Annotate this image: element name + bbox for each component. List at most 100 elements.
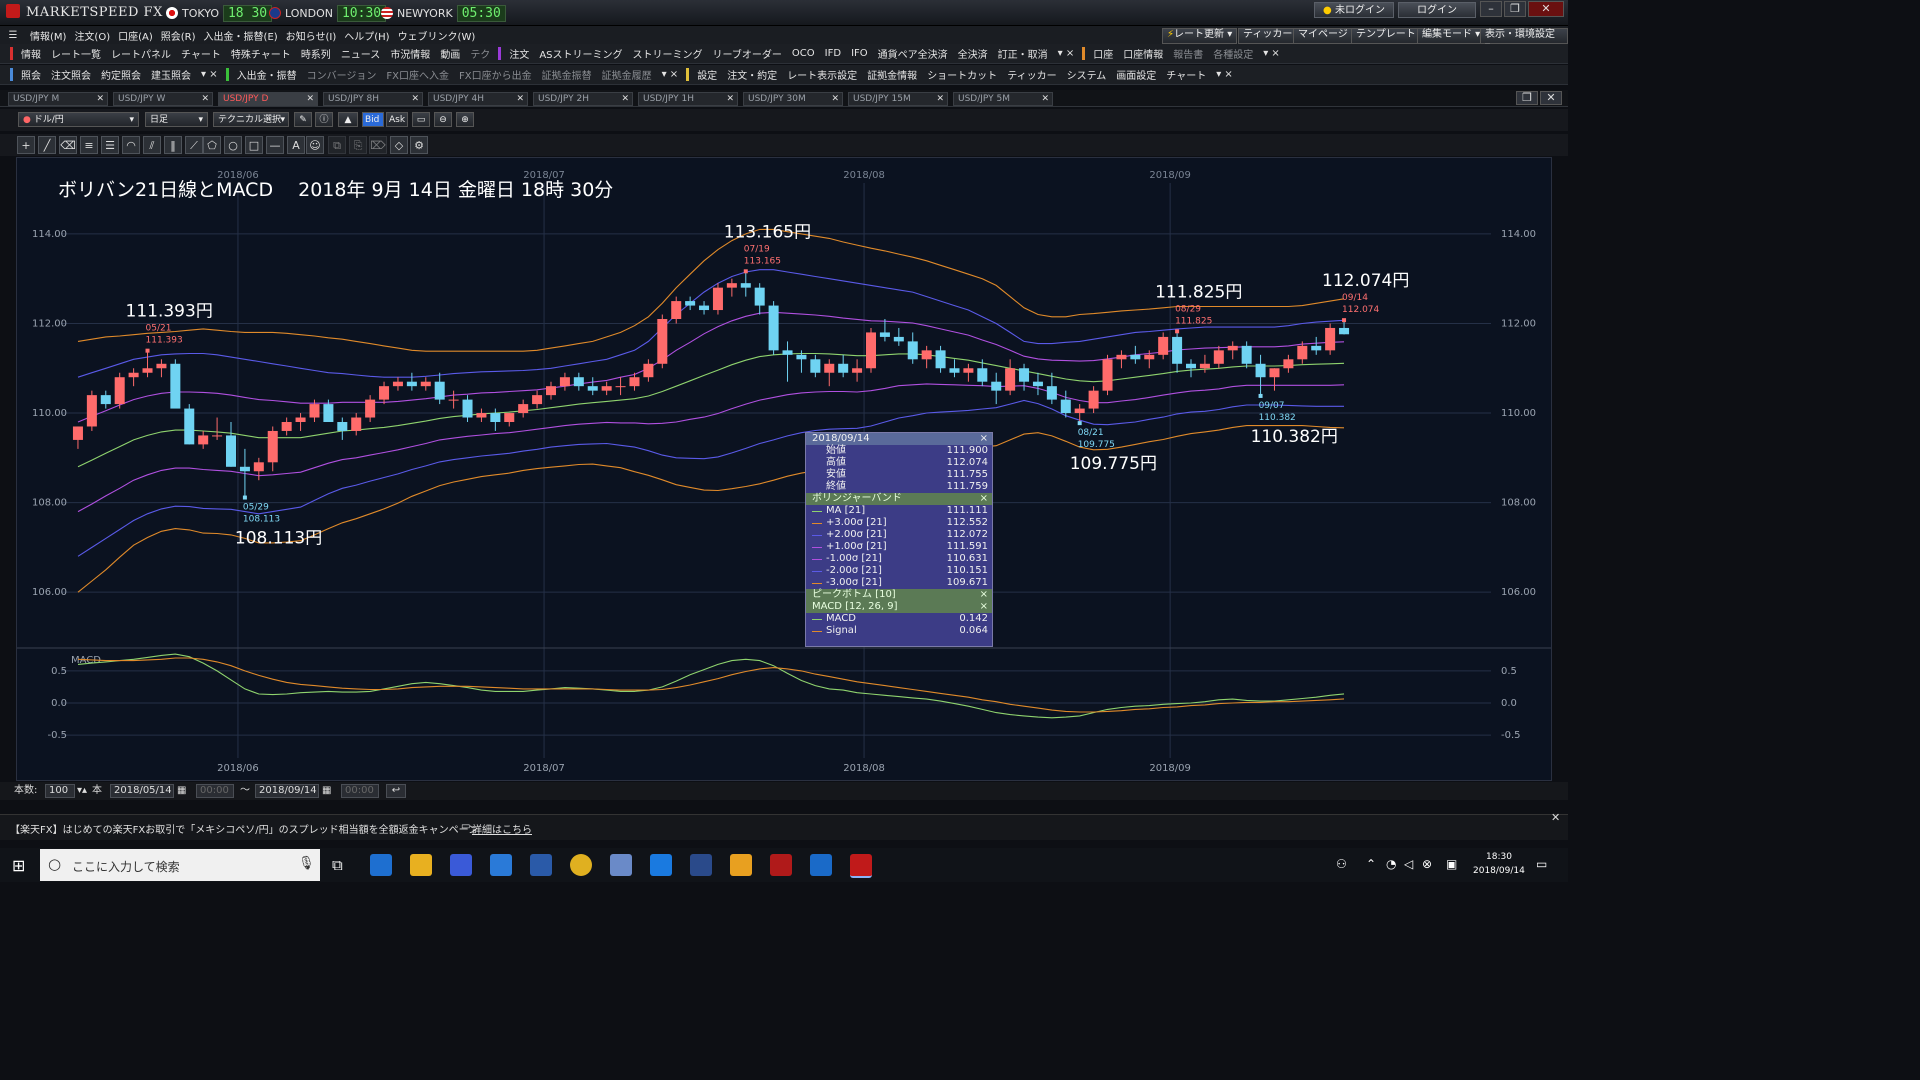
chart-window-icon[interactable]: ▭ [412,112,430,127]
eraser-tool-icon[interactable]: ⌫ [59,136,77,154]
tb-news[interactable]: ニュース [336,46,386,61]
close-icon[interactable]: × [980,493,988,505]
delete-tool-icon[interactable]: ⌦ [369,136,387,154]
tb-inquiry[interactable]: 照会 [16,67,46,82]
edge-icon[interactable] [650,854,672,876]
maximize-button[interactable]: ❐ [1504,1,1526,17]
tb-system[interactable]: システム [1062,67,1112,82]
notification-icon[interactable]: ▭ [1536,857,1547,871]
close-tab-icon[interactable]: ✕ [201,93,209,106]
tb-special-chart[interactable]: 特殊チャート [226,46,296,61]
zoom-in-icon[interactable]: ⊕ [456,112,474,127]
close-tab-icon[interactable]: ✕ [306,93,314,106]
tb-time-series[interactable]: 時系列 [296,46,336,61]
chrome-icon[interactable] [570,854,592,876]
taskbar-date[interactable]: 2018/09/14 [1473,866,1525,876]
tb-amend-cancel[interactable]: 訂正・取消 [993,46,1053,61]
close-tab-icon[interactable]: ✕ [516,93,524,106]
close-icon[interactable]: × [980,433,988,445]
clear-all-icon[interactable]: ◇ [390,136,408,154]
tab-usdjpy-4h[interactable]: USD/JPY 4H ✕ [428,92,528,106]
restore-chart-icon[interactable]: ❐ [1516,91,1538,105]
settings-tool-icon[interactable]: ⚙ [410,136,428,154]
circle-tool-icon[interactable]: ○ [224,136,242,154]
area-chart-icon[interactable]: ▲ [338,112,358,127]
tb-fx-deposit[interactable]: FX口座へ入金 [381,67,454,82]
zoom-out-icon[interactable]: ⊖ [434,112,452,127]
login-status-button[interactable]: ● 未ログイン [1314,2,1394,18]
people-icon[interactable]: ⚇ [1336,857,1347,871]
close-window-button[interactable]: ✕ [1528,1,1564,17]
close-tab-icon[interactable]: ✕ [411,93,419,106]
tb-execution-inquiry[interactable]: 約定照会 [96,67,146,82]
tb-order-inquiry[interactable]: 注文照会 [46,67,96,82]
close-tab-icon[interactable]: ✕ [1041,93,1049,106]
technical-select[interactable]: テクニカル選択 ▾ [213,112,289,127]
pen-icon[interactable]: ✎ [294,112,312,127]
tb-account-info[interactable]: 口座情報 [1118,46,1168,61]
menu-deposit[interactable]: 入出金・振替(E) [200,28,282,43]
tb-report[interactable]: 報告書 [1168,46,1208,61]
close-icon[interactable]: × [980,589,988,601]
chart-panel[interactable]: 114.00 114.00 112.00 112.00 110.00 110.00 108.… [16,157,1552,781]
tb-info[interactable]: 情報 [16,46,46,61]
word-icon[interactable] [530,854,552,876]
login-button[interactable]: ログイン [1398,2,1476,18]
tab-usdjpy-m[interactable]: USD/JPY M ✕ [8,92,108,106]
count-stepper[interactable]: 100 [45,784,75,798]
menu-account[interactable]: 口座(A) [114,28,157,43]
currency-pair-select[interactable]: ● ドル/円 ▾ [18,112,139,127]
tb-margin-info[interactable]: 証拠金情報 [862,67,922,82]
bid-toggle[interactable]: Bid [362,112,384,127]
from-time-input[interactable]: 00:00 [196,784,234,798]
tb-account[interactable]: 口座 [1088,46,1118,61]
tb-chart[interactable]: チャート [176,46,226,61]
volume-icon[interactable]: ◁ [1404,857,1413,871]
windows-start-icon[interactable]: ⊞ [12,856,25,875]
close-news-icon[interactable]: ✕ [1551,811,1560,824]
tab-usdjpy-2h[interactable]: USD/JPY 2H ✕ [533,92,633,106]
tab-usdjpy-d[interactable]: USD/JPY D ✕ [218,92,318,106]
calendar-icon[interactable]: ▦ [322,784,331,798]
ie-icon[interactable] [370,854,392,876]
tab-usdjpy-5m[interactable]: USD/JPY 5M ✕ [953,92,1053,106]
pentagon-tool-icon[interactable]: ⬠ [203,136,221,154]
to-date-input[interactable]: 2018/09/14 [255,784,319,798]
close-icon[interactable]: × [980,601,988,613]
tb-fx-withdraw[interactable]: FX口座から出金 [454,67,537,82]
icon-tool-icon[interactable]: ☺ [306,136,324,154]
inquiry-group-menu-icon[interactable]: ▾ × [196,69,223,80]
tb-various-settings[interactable]: 各種設定 [1208,46,1258,61]
tb-rate-list[interactable]: レート一覧 [46,46,106,61]
tb-settle-all[interactable]: 全決済 [953,46,993,61]
outlook-icon[interactable] [810,854,832,876]
text-tool-icon[interactable]: A [287,136,305,154]
wifi-icon[interactable]: ◔ [1386,857,1396,871]
tb-settings[interactable]: 設定 [692,67,722,82]
tab-usdjpy-8h[interactable]: USD/JPY 8H ✕ [323,92,423,106]
close-tab-icon[interactable]: ✕ [831,93,839,106]
tab-usdjpy-1h[interactable]: USD/JPY 1H ✕ [638,92,738,106]
calendar-icon[interactable]: ▦ [177,784,186,798]
close-tab-icon[interactable]: ✕ [936,93,944,106]
line-tool-icon[interactable]: — [266,136,284,154]
tb-streaming[interactable]: ストリーミング [628,46,708,61]
tb-ifo[interactable]: IFO [846,48,873,59]
channel-tool-icon[interactable]: ☰ [101,136,119,154]
tb-leave-order[interactable]: リーブオーダー [708,46,787,61]
refresh-icon[interactable]: ↩ [386,784,406,798]
account-group-menu-icon[interactable]: ▾ × [1258,48,1285,59]
to-time-input[interactable]: 00:00 [341,784,379,798]
app-icon[interactable] [610,854,632,876]
tb-tech[interactable]: テク [465,46,495,61]
network-icon[interactable]: ⊗ [1422,857,1432,871]
tb-screen-settings[interactable]: 画面設定 [1111,67,1161,82]
tb-margin-history[interactable]: 証拠金履歴 [597,67,657,82]
app-icon[interactable] [490,854,512,876]
chevron-up-icon[interactable]: ⌃ [1366,857,1376,871]
minimize-button[interactable]: – [1480,1,1502,17]
tab-usdjpy-w[interactable]: USD/JPY W ✕ [113,92,213,106]
chart-svg[interactable]: 114.00 114.00 112.00 112.00 110.00 110.00 108.… [17,158,1551,780]
tb-shortcut[interactable]: ショートカット [922,67,1002,82]
paste-tool-icon[interactable]: ⎘ [349,136,367,154]
